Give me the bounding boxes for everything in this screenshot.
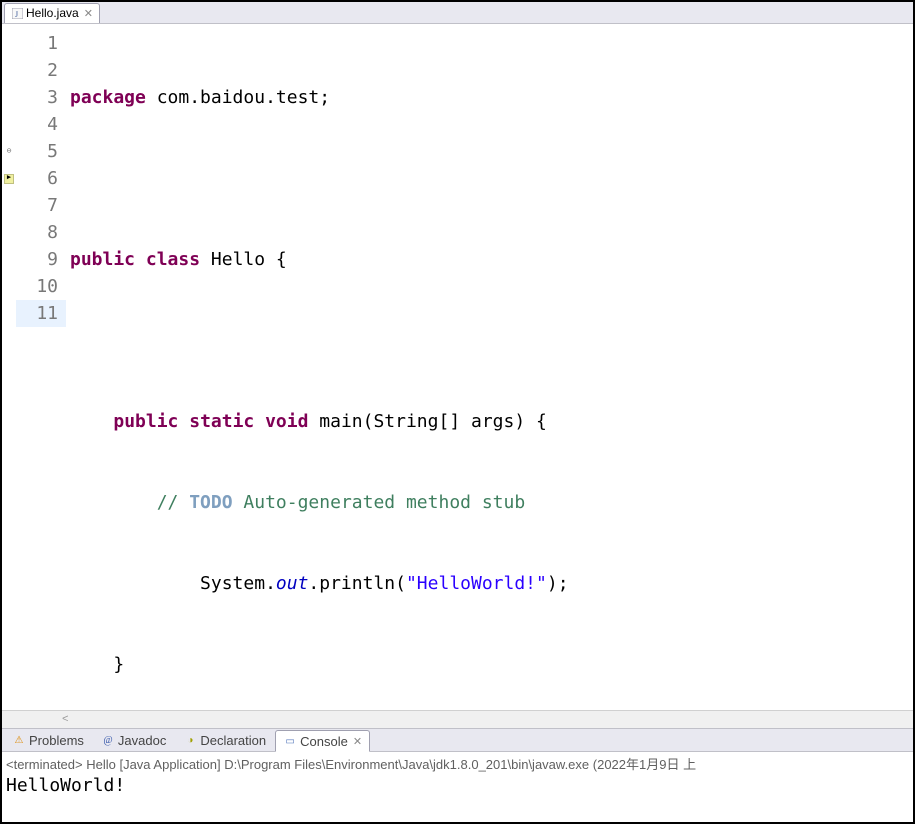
line-number: 6	[16, 165, 66, 192]
editor-tab-bar: J Hello.java ✕	[2, 2, 913, 24]
fold-marker-icon[interactable]: ⊖	[7, 138, 12, 165]
line-number: 11	[16, 300, 66, 327]
svg-text:J: J	[15, 10, 18, 19]
close-icon[interactable]: ✕	[353, 735, 362, 748]
editor-tab-hello-java[interactable]: J Hello.java ✕	[4, 3, 100, 23]
line-number: 9	[16, 246, 66, 273]
line-number: 10	[16, 273, 66, 300]
java-file-icon: J	[11, 7, 23, 19]
code-line: public class Hello {	[70, 246, 913, 273]
console-status-line: <terminated> Hello [Java Application] D:…	[2, 752, 913, 775]
tab-label: Declaration	[200, 733, 266, 748]
tab-javadoc[interactable]: @ Javadoc	[93, 729, 174, 751]
line-number-gutter: 1 2 3 4 5 6 7 8 9 10 11	[16, 24, 66, 710]
line-number: 4	[16, 111, 66, 138]
code-line: // TODO Auto-generated method stub	[70, 489, 913, 516]
tab-console[interactable]: ▭ Console ✕	[275, 730, 370, 752]
code-line: package com.baidou.test;	[70, 84, 913, 111]
code-line: System.out.println("HelloWorld!");	[70, 570, 913, 597]
code-line	[70, 327, 913, 354]
code-line: public static void main(String[] args) {	[70, 408, 913, 435]
editor-tab-label: Hello.java	[26, 6, 79, 20]
scroll-left-indicator: <	[62, 714, 69, 726]
line-number: 3	[16, 84, 66, 111]
tab-label: Javadoc	[118, 733, 166, 748]
declaration-icon: ◑	[183, 734, 197, 748]
line-number: 1	[16, 30, 66, 57]
tab-label: Console	[300, 734, 348, 749]
horizontal-scrollbar[interactable]: <	[2, 710, 913, 728]
marker-column: ⊖ ▶	[2, 24, 16, 710]
code-line	[70, 165, 913, 192]
code-editor[interactable]: package com.baidou.test; public class He…	[66, 24, 913, 710]
code-line: }	[70, 651, 913, 678]
line-number: 2	[16, 57, 66, 84]
tab-label: Problems	[29, 733, 84, 748]
override-marker-icon[interactable]: ▶	[4, 174, 14, 184]
console-panel: <terminated> Hello [Java Application] D:…	[2, 752, 913, 822]
line-number: 8	[16, 219, 66, 246]
close-icon[interactable]: ✕	[84, 7, 93, 20]
tab-declaration[interactable]: ◑ Declaration	[175, 729, 274, 751]
bottom-tab-bar: ⚠ Problems @ Javadoc ◑ Declaration ▭ Con…	[2, 728, 913, 752]
tab-problems[interactable]: ⚠ Problems	[4, 729, 92, 751]
console-icon: ▭	[283, 734, 297, 748]
line-number: 7	[16, 192, 66, 219]
line-number: 5	[16, 138, 66, 165]
javadoc-icon: @	[101, 734, 115, 748]
problems-icon: ⚠	[12, 734, 26, 748]
console-output[interactable]: HelloWorld!	[2, 775, 913, 796]
editor-area: ⊖ ▶ 1 2 3 4 5 6 7 8 9 10 11 package com.…	[2, 24, 913, 710]
